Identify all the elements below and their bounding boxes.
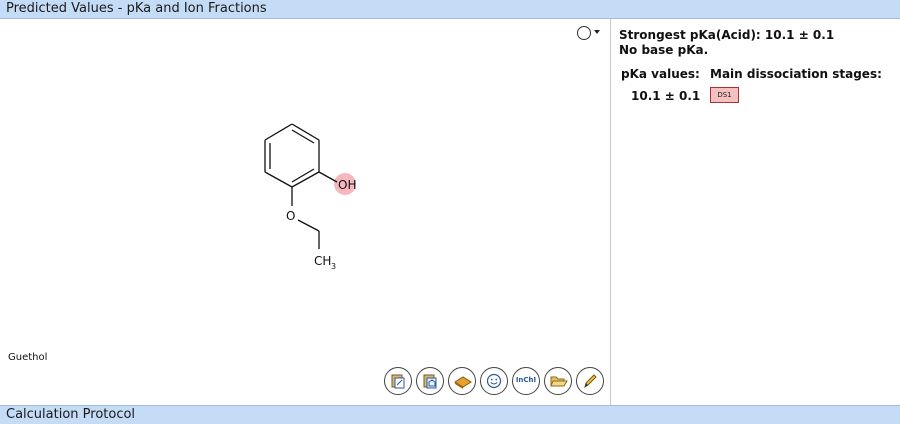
section-title: Predicted Values - pKa and Ion Fractions bbox=[6, 1, 267, 16]
no-base-pka-text: No base pKa. bbox=[619, 43, 709, 57]
smiley-icon bbox=[486, 373, 502, 389]
folder-open-icon bbox=[550, 376, 568, 387]
section-header-calculation-protocol[interactable]: Calculation Protocol bbox=[0, 405, 900, 424]
atom-label-subscript: 3 bbox=[331, 262, 336, 271]
inchi-icon: InChI bbox=[515, 376, 537, 384]
pka-values-header: pKa values: bbox=[621, 67, 700, 81]
inchi-button[interactable]: InChI bbox=[512, 367, 540, 395]
results-panel: Strongest pKa(Acid): 10.1 ± 0.1 No base … bbox=[611, 19, 900, 405]
radio-circle-icon bbox=[577, 26, 591, 40]
atom-label-ch: CH bbox=[314, 254, 331, 268]
strongest-pka-text: Strongest pKa(Acid): 10.1 ± 0.1 bbox=[619, 28, 835, 42]
pka-value: 10.1 ± 0.1 bbox=[631, 89, 701, 103]
book-icon bbox=[454, 376, 472, 389]
atom-label-o: O bbox=[286, 209, 295, 223]
benzene-ring bbox=[264, 123, 320, 188]
dissociation-stage-badge[interactable]: DS1 bbox=[710, 87, 739, 103]
structure-panel: OH O CH 3 Guethol InChI bbox=[0, 19, 611, 405]
compound-name: Guethol bbox=[8, 352, 48, 363]
section-header-predicted-values[interactable]: Predicted Values - pKa and Ion Fractions bbox=[0, 0, 900, 19]
smiles-button[interactable] bbox=[480, 367, 508, 395]
open-book-button[interactable] bbox=[448, 367, 476, 395]
section-title: Calculation Protocol bbox=[6, 407, 136, 422]
display-mode-toggle[interactable] bbox=[577, 25, 603, 41]
edit-structure-button[interactable] bbox=[576, 367, 604, 395]
clipboard-copy-icon bbox=[423, 374, 437, 389]
dissociation-stages-header: Main dissociation stages: bbox=[710, 67, 882, 81]
atom-label-oh: OH bbox=[338, 178, 356, 192]
pencil-icon bbox=[584, 374, 597, 389]
copy-image-button[interactable] bbox=[384, 367, 412, 395]
molecule-drawing: OH O CH 3 bbox=[264, 123, 356, 271]
dropdown-caret-icon bbox=[594, 30, 600, 34]
copy-molfile-button[interactable] bbox=[416, 367, 444, 395]
open-file-button[interactable] bbox=[544, 367, 572, 395]
clipboard-image-icon bbox=[391, 374, 405, 389]
